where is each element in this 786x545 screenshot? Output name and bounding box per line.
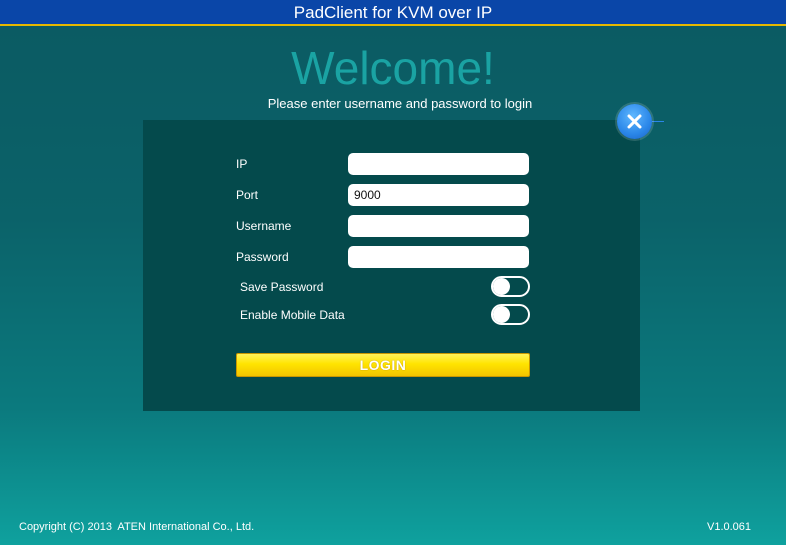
username-input[interactable] [348,215,529,237]
window-title: PadClient for KVM over IP [293,3,493,22]
login-instructions: Please enter username and password to lo… [267,96,533,111]
close-button-connector [652,121,664,122]
save-password-label: Save Password [240,280,324,294]
port-input[interactable] [348,184,529,206]
enable-mobile-data-toggle[interactable] [491,304,530,325]
username-label: Username [236,219,292,233]
copyright-text: Copyright (C) 2013 ATEN International Co… [19,521,255,533]
ip-input[interactable] [348,153,529,175]
password-input[interactable] [348,246,529,268]
enable-mobile-data-label: Enable Mobile Data [240,308,345,322]
toggle-knob [493,278,510,295]
close-icon [627,114,642,129]
save-password-toggle[interactable] [491,276,530,297]
ip-label: IP [236,157,248,171]
port-label: Port [236,188,259,202]
version-text: V1.0.061 [707,521,752,533]
welcome-heading: Welcome! [291,42,495,94]
login-button[interactable]: LOGIN [236,353,530,377]
toggle-knob [493,306,510,323]
title-bar: PadClient for KVM over IP [0,0,786,26]
login-panel: IP Port Username Password Save Password … [143,120,640,411]
password-label: Password [236,250,289,264]
close-button[interactable] [617,104,652,139]
